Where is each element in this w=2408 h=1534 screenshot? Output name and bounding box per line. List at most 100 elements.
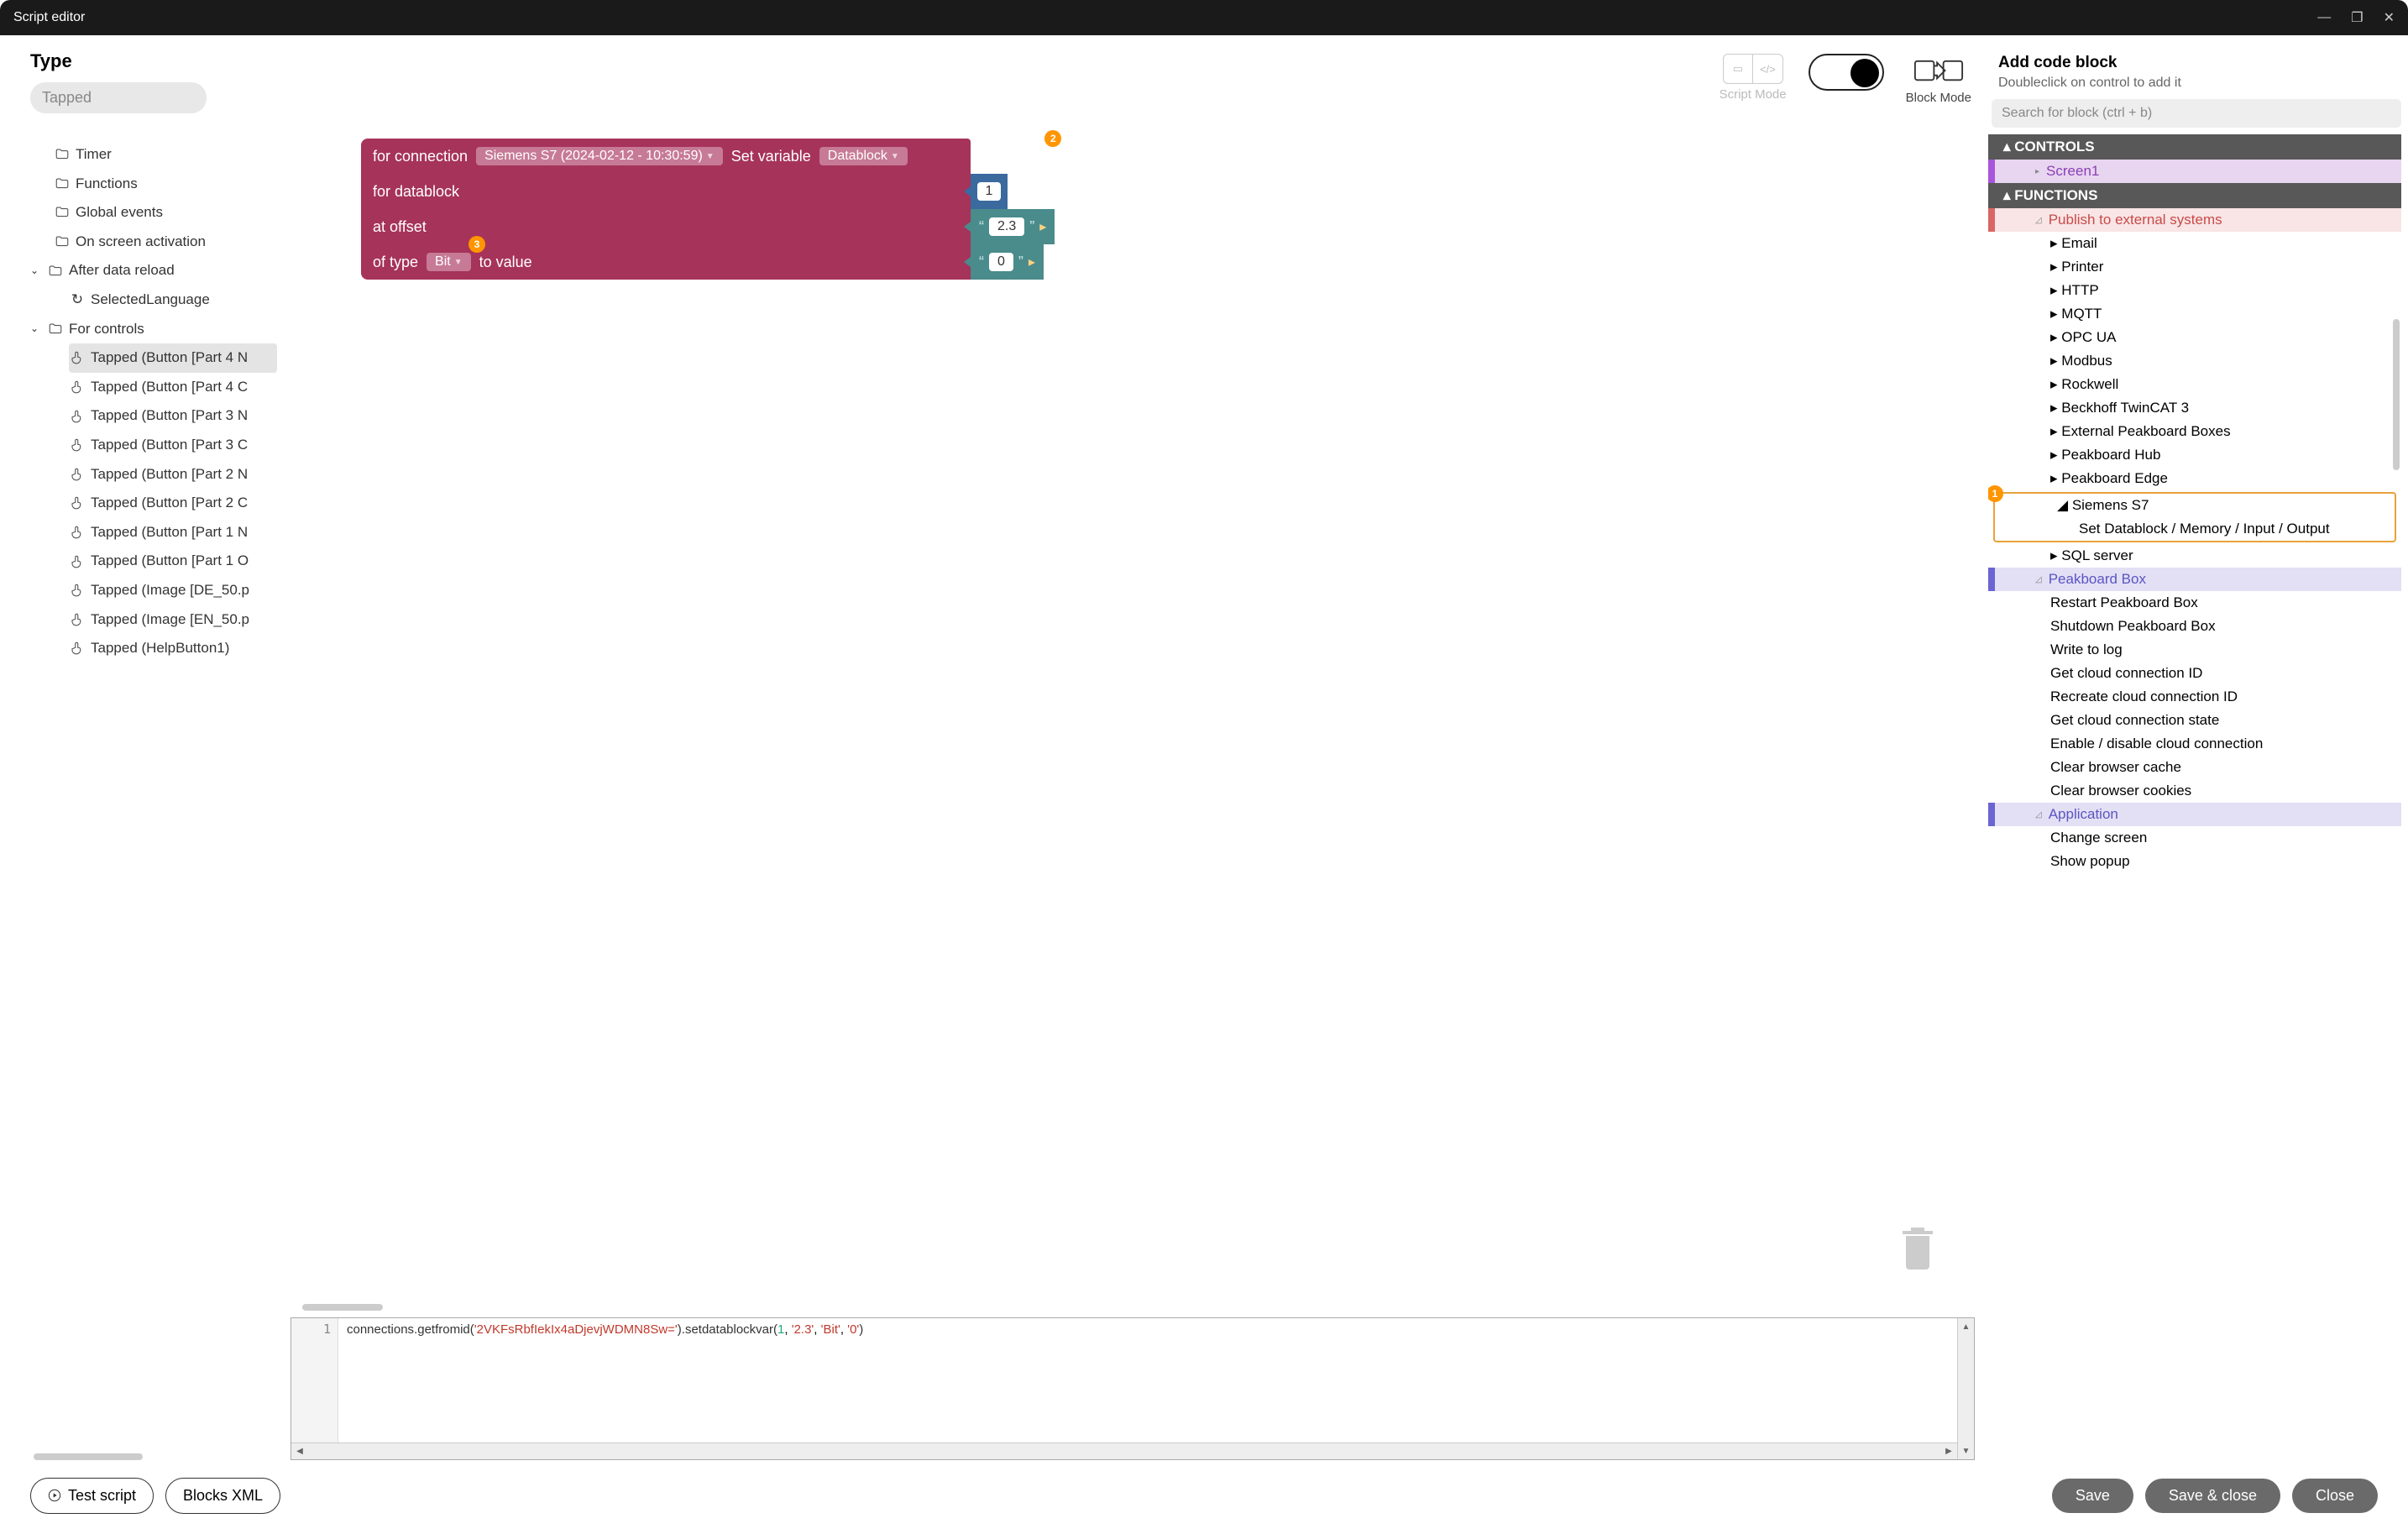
offset-input[interactable]: “2.3”▸ xyxy=(971,209,1055,244)
type-value-pill: Tapped xyxy=(30,82,207,113)
code-line-number: 1 xyxy=(291,1318,338,1459)
siemens-block[interactable]: 2 for connection Siemens S7 (2024-02-12 … xyxy=(361,139,1055,280)
tree-control-item[interactable]: Tapped (Button [Part 1 N xyxy=(69,518,277,547)
scrollbar-horizontal[interactable]: ◀▶ xyxy=(291,1442,1957,1459)
scrollbar-vertical[interactable] xyxy=(2393,319,2400,470)
folder-icon xyxy=(54,175,71,192)
window-title: Script editor xyxy=(13,10,85,25)
tap-icon xyxy=(69,524,86,541)
maximize-icon[interactable]: ❐ xyxy=(2351,9,2363,26)
palette-sub: Doubleclick on control to add it xyxy=(1988,76,2401,91)
tree-control-item[interactable]: Tapped (Image [EN_50.p xyxy=(69,605,277,635)
palette-item[interactable]: ▸ OPC UA xyxy=(1988,326,2401,349)
palette-item[interactable]: ▸ Modbus xyxy=(1988,349,2401,373)
tree-functions[interactable]: Functions xyxy=(54,170,277,199)
palette-item[interactable]: ▸ Email xyxy=(1988,232,2401,255)
palette-item[interactable]: ▸ MQTT xyxy=(1988,302,2401,326)
tree-control-item[interactable]: Tapped (Button [Part 4 C xyxy=(69,373,277,402)
value-input[interactable]: “0”▸ xyxy=(971,244,1044,280)
badge-3: 3 xyxy=(469,236,485,253)
save-close-button[interactable]: Save & close xyxy=(2145,1479,2280,1513)
block-mode-group: Block Mode xyxy=(1906,54,1971,105)
chevron-down-icon[interactable]: ⌄ xyxy=(30,320,42,338)
tap-icon xyxy=(69,611,86,628)
tree-for-controls[interactable]: ⌄ For controls xyxy=(30,315,277,344)
tree-after-reload[interactable]: ⌄ After data reload xyxy=(30,256,277,285)
variable-dropdown[interactable]: Datablock▼ xyxy=(819,147,908,165)
connection-dropdown[interactable]: Siemens S7 (2024-02-12 - 10:30:59)▼ xyxy=(476,147,723,165)
scrollbar-horizontal[interactable] xyxy=(34,1453,143,1460)
palette-item[interactable]: Restart Peakboard Box xyxy=(1988,591,2401,615)
scrollbar-horizontal[interactable] xyxy=(302,1304,383,1311)
tree-control-item[interactable]: Tapped (Button [Part 1 O xyxy=(69,547,277,576)
palette-item[interactable]: Get cloud connection ID xyxy=(1988,662,2401,685)
palette-item[interactable]: ▸ HTTP xyxy=(1988,279,2401,302)
palette-siemens[interactable]: ◢ Siemens S7 xyxy=(1995,494,2395,517)
palette-item[interactable]: Show popup xyxy=(1988,850,2401,873)
type-heading: Type xyxy=(30,50,277,72)
folder-icon xyxy=(54,146,71,163)
palette-screen1[interactable]: ▸Screen1 xyxy=(1988,160,2401,183)
tree-selected-language[interactable]: ↻ SelectedLanguage xyxy=(69,285,277,315)
footer: Test script Blocks XML Save Save & close… xyxy=(0,1467,2408,1534)
palette-sql[interactable]: ▸ SQL server xyxy=(1988,544,2401,568)
tap-icon xyxy=(69,379,86,395)
functions-header[interactable]: ▴ FUNCTIONS xyxy=(1988,183,2401,208)
palette-siemens-setdb[interactable]: Set Datablock / Memory / Input / Output xyxy=(1995,517,2395,541)
type-dropdown[interactable]: Bit▼ xyxy=(427,253,471,271)
mode-toggle-group xyxy=(1809,54,1884,91)
palette-item[interactable]: ▸ Beckhoff TwinCAT 3 xyxy=(1988,396,2401,420)
mode-toggle[interactable] xyxy=(1809,54,1884,91)
badge-2: 2 xyxy=(1044,130,1061,147)
palette-item[interactable]: Recreate cloud connection ID xyxy=(1988,685,2401,709)
scrollbar-vertical[interactable]: ▲▼ xyxy=(1957,1318,1974,1459)
tree-control-item[interactable]: Tapped (Button [Part 4 N xyxy=(69,343,277,373)
palette-item[interactable]: Write to log xyxy=(1988,638,2401,662)
minimize-icon[interactable]: — xyxy=(2317,10,2331,25)
tap-icon xyxy=(69,495,86,511)
folder-icon xyxy=(54,233,71,250)
controls-header[interactable]: ▴ CONTROLS xyxy=(1988,134,2401,160)
test-script-button[interactable]: Test script xyxy=(30,1478,154,1514)
palette-item[interactable]: Enable / disable cloud connection xyxy=(1988,732,2401,756)
palette-item[interactable]: Get cloud connection state xyxy=(1988,709,2401,732)
palette-item[interactable]: Shutdown Peakboard Box xyxy=(1988,615,2401,638)
folder-icon xyxy=(47,321,64,338)
palette-item[interactable]: ▸ Rockwell xyxy=(1988,373,2401,396)
event-tree: Timer Functions Global events On screen … xyxy=(30,140,277,663)
close-button[interactable]: Close xyxy=(2292,1479,2378,1513)
tree-control-item[interactable]: Tapped (Image [DE_50.p xyxy=(69,576,277,605)
palette-item[interactable]: Change screen xyxy=(1988,826,2401,850)
tree-on-screen[interactable]: On screen activation xyxy=(54,228,277,257)
blocks-xml-button[interactable]: Blocks XML xyxy=(165,1478,280,1514)
palette-item[interactable]: Clear browser cookies xyxy=(1988,779,2401,803)
reload-icon: ↻ xyxy=(69,291,86,308)
block-palette: Add code block Doubleclick on control to… xyxy=(1988,35,2408,1467)
code-body[interactable]: connections.getfromid('2VKFsRbfIekIx4aDj… xyxy=(338,1318,1957,1459)
datablock-input[interactable]: 1 xyxy=(971,174,1008,209)
tree-control-item[interactable]: Tapped (Button [Part 3 C xyxy=(69,431,277,460)
palette-item[interactable]: ▸ Peakboard Edge xyxy=(1988,467,2401,490)
chevron-down-icon[interactable]: ⌄ xyxy=(30,262,42,280)
tree-control-item[interactable]: Tapped (Button [Part 2 C xyxy=(69,489,277,518)
palette-publish[interactable]: ◿Publish to external systems xyxy=(1988,208,2401,232)
palette-peakbox[interactable]: ◿Peakboard Box xyxy=(1988,568,2401,591)
palette-item[interactable]: Clear browser cache xyxy=(1988,756,2401,779)
search-input[interactable]: Search for block (ctrl + b) xyxy=(1992,99,2401,128)
palette-item[interactable]: ▸ Printer xyxy=(1988,255,2401,279)
tree-control-item[interactable]: Tapped (HelpButton1) xyxy=(69,634,277,663)
palette-application[interactable]: ◿Application xyxy=(1988,803,2401,826)
trash-icon[interactable] xyxy=(1898,1221,1938,1275)
tree-global-events[interactable]: Global events xyxy=(54,198,277,228)
tree-control-item[interactable]: Tapped (Button [Part 2 N xyxy=(69,460,277,490)
tree-timer[interactable]: Timer xyxy=(54,140,277,170)
close-icon[interactable]: ✕ xyxy=(2384,9,2395,26)
block-mode-icon xyxy=(1912,54,1966,87)
palette-item[interactable]: ▸ External Peakboard Boxes xyxy=(1988,420,2401,443)
folder-icon xyxy=(47,263,64,280)
save-button[interactable]: Save xyxy=(2052,1479,2133,1513)
tree-control-item[interactable]: Tapped (Button [Part 3 N xyxy=(69,401,277,431)
script-mode-group: ▭</> Script Mode xyxy=(1720,54,1787,102)
palette-item[interactable]: ▸ Peakboard Hub xyxy=(1988,443,2401,467)
block-canvas[interactable]: 2 for connection Siemens S7 (2024-02-12 … xyxy=(277,113,1988,1301)
